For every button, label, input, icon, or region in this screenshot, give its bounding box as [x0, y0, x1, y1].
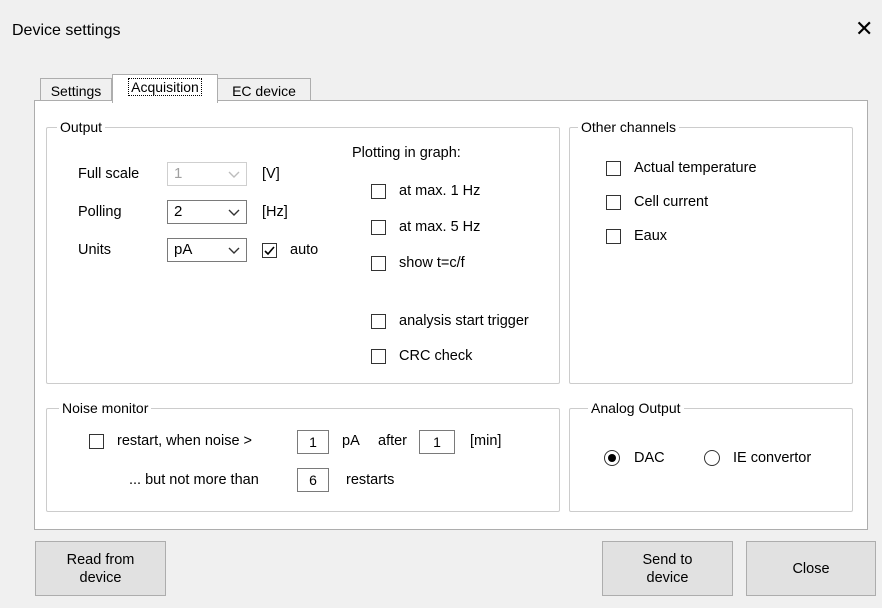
dac-radio[interactable] [604, 450, 620, 466]
crc-check-label: CRC check [399, 348, 473, 364]
units-label: Units [78, 242, 112, 258]
full-scale-label: Full scale [78, 166, 140, 182]
after-label: after [378, 433, 408, 449]
tab-acquisition[interactable]: Acquisition [112, 74, 218, 103]
max5-label: at max. 5 Hz [399, 219, 481, 235]
polling-label: Polling [78, 204, 122, 220]
max5-checkbox[interactable] [371, 220, 386, 235]
chevron-down-icon [228, 207, 240, 217]
ie-convertor-label: IE convertor [733, 450, 812, 466]
actual-temperature-label: Actual temperature [634, 160, 757, 176]
polling-value: 2 [174, 203, 183, 220]
full-scale-value: 1 [174, 165, 183, 182]
ie-convertor-radio[interactable] [704, 450, 720, 466]
read-from-device-button[interactable]: Read from device [35, 541, 166, 596]
analysis-trigger-checkbox[interactable] [371, 314, 386, 329]
cell-current-checkbox[interactable] [606, 195, 621, 210]
eaux-checkbox[interactable] [606, 229, 621, 244]
units-value: pA [174, 241, 193, 258]
close-button[interactable]: Close [746, 541, 876, 596]
noise-monitor-group [46, 408, 560, 512]
restart-label: restart, when noise > [117, 433, 253, 449]
window-title: Device settings [12, 22, 121, 39]
max1-checkbox[interactable] [371, 184, 386, 199]
chevron-down-icon [228, 245, 240, 255]
noise-monitor-legend: Noise monitor [59, 400, 152, 416]
actual-temperature-checkbox[interactable] [606, 161, 621, 176]
crc-check-checkbox[interactable] [371, 349, 386, 364]
show-tcf-label: show t=c/f [399, 255, 465, 271]
but-not-more-label: ... but not more than [129, 472, 259, 488]
after-value-input[interactable]: 1 [419, 430, 455, 454]
max1-label: at max. 1 Hz [399, 183, 481, 199]
units-select[interactable]: pA [167, 238, 247, 262]
restarts-label: restarts [346, 472, 395, 488]
restarts-value-input[interactable]: 6 [297, 468, 329, 492]
eaux-label: Eaux [634, 228, 668, 244]
auto-label: auto [290, 242, 319, 258]
analysis-trigger-label: analysis start trigger [399, 313, 529, 329]
check-icon [264, 246, 275, 256]
full-scale-unit: [V] [262, 166, 280, 182]
polling-unit: [Hz] [262, 204, 288, 220]
cell-current-label: Cell current [634, 194, 709, 210]
plotting-title: Plotting in graph: [352, 145, 461, 161]
after-unit: [min] [470, 433, 502, 449]
show-tcf-checkbox[interactable] [371, 256, 386, 271]
analog-output-legend: Analog Output [588, 400, 684, 416]
send-to-device-button[interactable]: Send to device [602, 541, 733, 596]
noise-unit: pA [342, 433, 360, 449]
polling-select[interactable]: 2 [167, 200, 247, 224]
noise-value-input[interactable]: 1 [297, 430, 329, 454]
close-icon[interactable]: ✕ [855, 16, 873, 42]
dac-label: DAC [634, 450, 665, 466]
chevron-down-icon [228, 169, 240, 179]
other-channels-legend: Other channels [578, 119, 679, 135]
full-scale-select: 1 [167, 162, 247, 186]
restart-checkbox[interactable] [89, 434, 104, 449]
output-legend: Output [57, 119, 106, 135]
radio-dot-icon [608, 454, 616, 462]
auto-checkbox[interactable] [262, 243, 277, 258]
